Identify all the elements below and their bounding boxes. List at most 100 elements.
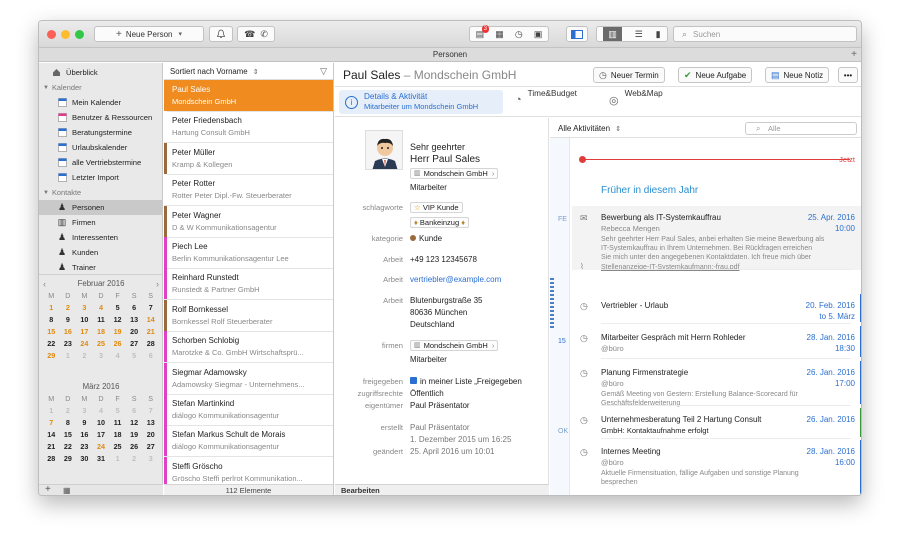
day-cell[interactable]: 8 — [60, 417, 77, 428]
day-cell[interactable]: 30 — [76, 453, 93, 464]
tab-details-activity[interactable]: i Details & Aktivität Mitarbeiter um Mon… — [339, 90, 503, 114]
day-cell[interactable]: 8 — [43, 314, 60, 325]
day-cell[interactable]: 4 — [93, 302, 110, 313]
new-person-button[interactable]: + Neue Person ▾ — [94, 26, 204, 42]
sidebar-item-trainers[interactable]: ♟ Trainer — [39, 260, 163, 275]
sidebar-item-last-import[interactable]: Letzter Import — [39, 170, 163, 185]
day-cell[interactable]: 7 — [142, 302, 159, 313]
phone-call-icon[interactable]: ✆ — [260, 29, 268, 40]
day-cell[interactable]: 5 — [126, 350, 143, 361]
more-actions-button[interactable]: ••• — [838, 67, 858, 83]
day-cell[interactable]: 3 — [142, 453, 159, 464]
list-item[interactable]: Stefan Martinkind diálogo Kommunikationsa… — [164, 394, 333, 426]
filter-icon[interactable]: ▽ — [320, 63, 327, 80]
day-cell[interactable]: 18 — [109, 429, 126, 440]
day-cell[interactable]: 22 — [43, 338, 60, 349]
company-chip-2[interactable]: ▥ Mondschein GmbH › — [410, 340, 499, 351]
day-cell[interactable]: 17 — [76, 326, 93, 337]
day-cell[interactable]: 2 — [60, 405, 77, 416]
list-item[interactable]: Peter Wagner D & W Kommunikationsagentur — [164, 205, 333, 238]
day-cell[interactable]: 20 — [142, 429, 159, 440]
phone-hangup-icon[interactable]: ☎ — [244, 29, 255, 40]
calendar-small-icon[interactable]: ▦ — [63, 486, 71, 495]
add-tab-icon[interactable]: + — [851, 48, 857, 61]
add-icon[interactable]: + — [45, 484, 51, 495]
day-cell[interactable]: 10 — [93, 417, 110, 428]
day-cell[interactable]: 28 — [43, 453, 60, 464]
activity-search-input[interactable]: ⌕ Alle — [745, 122, 857, 135]
day-cell[interactable]: 9 — [76, 417, 93, 428]
minimize-window-button[interactable] — [61, 30, 70, 39]
sidebar-item-all-sales-appointments[interactable]: alle Vertriebstermine — [39, 155, 163, 170]
day-cell[interactable]: 14 — [43, 429, 60, 440]
day-cell[interactable]: 19 — [126, 429, 143, 440]
tag-vip-kunde[interactable]: ☆ VIP Kunde — [410, 202, 463, 213]
day-cell[interactable]: 25 — [93, 338, 110, 349]
day-cell[interactable]: 28 — [142, 338, 159, 349]
list-item[interactable]: Paul Sales Mondschein GmbH — [164, 80, 333, 112]
activity-item[interactable]: ◷ Mitarbeiter Gespräch mit Herrn Rohleder… — [550, 326, 861, 359]
gallery-icon[interactable]: ▣ — [534, 29, 543, 40]
search-input[interactable]: ⌕ Suchen — [673, 26, 857, 42]
day-cell[interactable]: 29 — [60, 453, 77, 464]
list-item[interactable]: Reinhard Runstedt Runstedt & Partner GmbH — [164, 268, 333, 301]
checkbox-checked-icon[interactable] — [410, 377, 417, 384]
list-item[interactable]: Piech Lee Berlin Kommunikationsagentur Le… — [164, 237, 333, 269]
day-cell[interactable]: 22 — [60, 441, 77, 452]
day-cell[interactable]: 5 — [109, 302, 126, 313]
day-cell[interactable]: 3 — [93, 350, 110, 361]
day-cell[interactable]: 9 — [60, 314, 77, 325]
day-cell[interactable]: 20 — [126, 326, 143, 337]
sidebar-item-customers[interactable]: ♟ Kunden — [39, 245, 163, 260]
day-cell[interactable]: 15 — [60, 429, 77, 440]
day-cell[interactable]: 4 — [93, 405, 110, 416]
day-cell[interactable]: 13 — [142, 417, 159, 428]
chevron-left-icon[interactable]: ‹ — [43, 278, 46, 290]
day-cell[interactable]: 24 — [76, 338, 93, 349]
list-item[interactable]: Peter Rotter Rotter Peter Dipl.-Fw. Steue… — [164, 174, 333, 207]
day-cell[interactable]: 2 — [126, 453, 143, 464]
activity-filter[interactable]: Alle Aktivitäten ⇕ — [558, 124, 621, 133]
day-cell[interactable]: 12 — [126, 417, 143, 428]
day-cell[interactable]: 1 — [43, 302, 60, 313]
activity-item[interactable]: ◷ Internes Meeting @büro 28. Jan. 2016 16:00… — [550, 440, 861, 495]
inbox-icon[interactable]: ▤ 3 — [476, 24, 489, 40]
day-cell[interactable]: 15 — [43, 326, 60, 337]
day-cell[interactable]: 21 — [43, 441, 60, 452]
day-cell[interactable]: 7 — [142, 405, 159, 416]
day-cell[interactable]: 29 — [43, 350, 60, 361]
sidebar-section-contacts[interactable]: ▼ Kontakte — [39, 185, 163, 200]
sidebar-toggle-button[interactable] — [566, 26, 588, 42]
sidebar-item-users-resources[interactable]: Benutzer & Ressourcen — [39, 110, 163, 125]
day-cell[interactable]: 12 — [109, 314, 126, 325]
list-item[interactable]: Schorben Schlobig Marotzke & Co. GmbH Wir… — [164, 331, 333, 364]
day-cell[interactable]: 3 — [76, 302, 93, 313]
new-task-button[interactable]: ✔ Neue Aufgabe — [678, 67, 753, 83]
company-chip[interactable]: ▥ Mondschein GmbH › — [410, 168, 499, 179]
street[interactable]: Blutenburgstraße 35 — [410, 296, 483, 305]
day-cell[interactable]: 17 — [93, 429, 110, 440]
activity-item[interactable]: ✉ Bewerbung als IT-Systemkauffrau Rebecca … — [572, 206, 861, 271]
sort-header[interactable]: Sortiert nach Vorname ⇕ ▽ — [164, 63, 333, 80]
sidebar-item-overview[interactable]: Überblick — [39, 65, 163, 80]
timer-icon[interactable]: ◷ — [515, 29, 523, 40]
day-cell[interactable]: 23 — [76, 441, 93, 452]
country[interactable]: Deutschland — [410, 320, 454, 329]
day-cell[interactable]: 21 — [142, 326, 159, 337]
sidebar-item-prospects[interactable]: ♟ Interessenten — [39, 230, 163, 245]
day-cell[interactable]: 6 — [126, 405, 143, 416]
split-view-icon[interactable]: ▥ — [603, 27, 622, 41]
sidebar-item-persons[interactable]: ♟ Personen — [39, 200, 163, 215]
day-cell[interactable]: 1 — [60, 350, 77, 361]
email-link[interactable]: vertriebler@example.com — [410, 275, 501, 284]
phone-value[interactable]: +49 123 12345678 — [410, 255, 477, 264]
sidebar-section-calendars[interactable]: ▼ Kalender — [39, 80, 163, 95]
notification-bell-button[interactable] — [209, 26, 233, 42]
day-cell[interactable]: 6 — [142, 350, 159, 361]
day-cell[interactable]: 1 — [109, 453, 126, 464]
day-cell[interactable]: 27 — [142, 441, 159, 452]
day-cell[interactable]: 18 — [93, 326, 110, 337]
day-cell[interactable]: 3 — [76, 405, 93, 416]
calendar-icon[interactable]: ▦ — [495, 29, 504, 40]
day-cell[interactable]: 11 — [109, 417, 126, 428]
